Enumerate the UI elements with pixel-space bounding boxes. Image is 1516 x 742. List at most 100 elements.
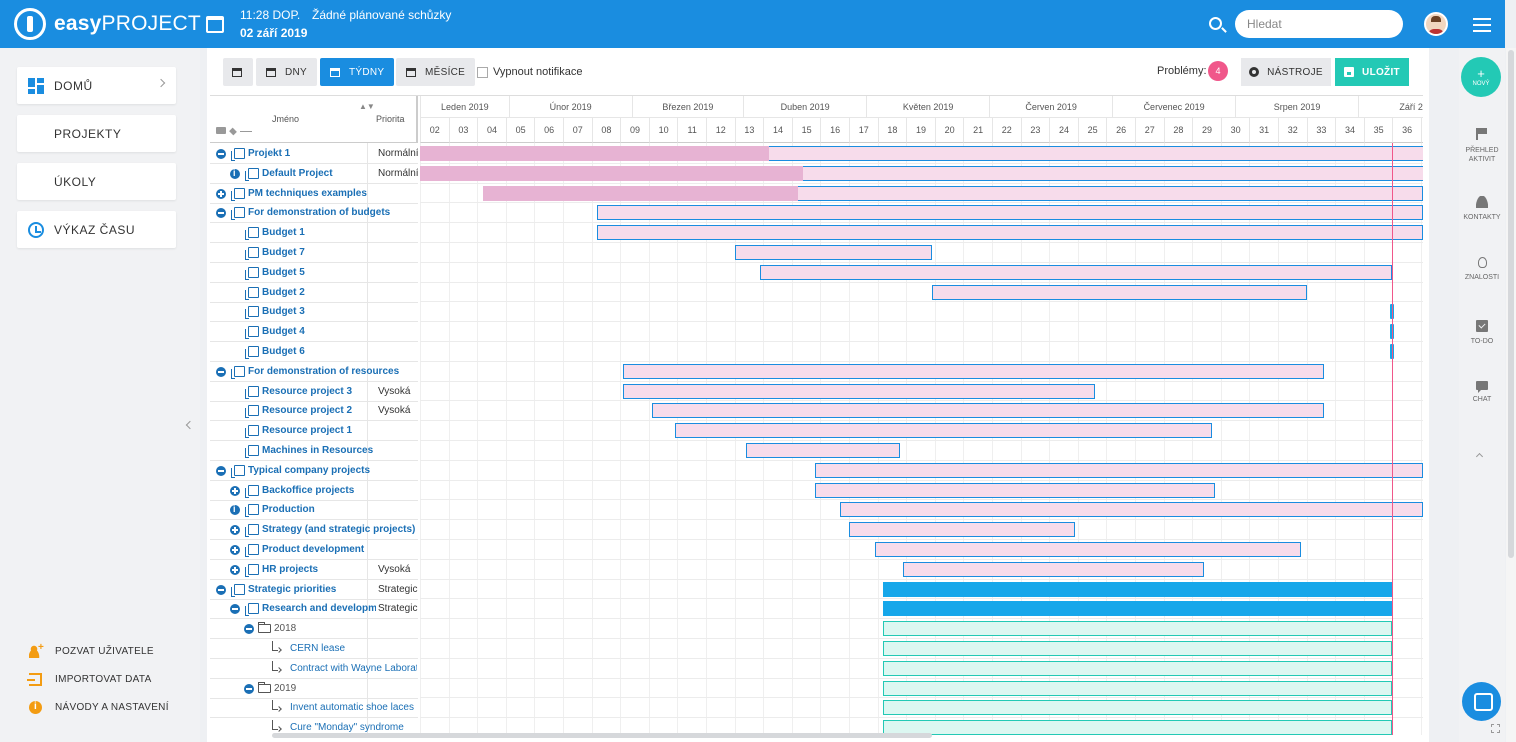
project-row[interactable]: Projekt 1 Normální xyxy=(210,144,418,164)
gantt-bar[interactable] xyxy=(883,680,1393,696)
column-header-name[interactable]: Jméno xyxy=(272,114,299,124)
row-name[interactable]: Invent automatic shoe laces xyxy=(290,702,417,713)
gantt-bar[interactable] xyxy=(420,146,769,161)
row-name[interactable]: Resource project 3 xyxy=(262,386,376,397)
row-name[interactable]: Machines in Resources xyxy=(262,445,417,456)
row-name[interactable]: Budget 4 xyxy=(262,326,417,337)
gantt-bar[interactable] xyxy=(849,522,1075,538)
project-row[interactable]: Resource project 2 Vysoká xyxy=(210,401,418,422)
vertical-scrollbar[interactable] xyxy=(1506,48,1516,742)
project-row[interactable]: Budget 5 xyxy=(210,263,418,283)
gantt-bar[interactable] xyxy=(874,542,1301,557)
row-name[interactable]: Research and development xyxy=(262,603,376,614)
row-name[interactable]: Projekt 1 xyxy=(248,148,376,159)
todo-link[interactable]: TO-DO xyxy=(1459,320,1505,345)
project-row[interactable]: Budget 4 xyxy=(210,322,418,343)
project-row[interactable]: 2019 xyxy=(210,679,418,699)
folder-icon[interactable] xyxy=(216,127,226,134)
project-row[interactable]: Budget 1 xyxy=(210,223,418,244)
gantt-bar[interactable] xyxy=(903,561,1204,577)
project-row[interactable]: For demonstration of resources xyxy=(210,362,418,382)
sort-arrows-icon[interactable]: ▲▼ xyxy=(359,102,375,111)
row-name[interactable]: Backoffice projects xyxy=(262,485,417,496)
project-row[interactable]: Budget 2 xyxy=(210,283,418,303)
expand-icon[interactable] xyxy=(230,485,240,496)
gantt-bar[interactable] xyxy=(597,225,1423,241)
problems-badge[interactable]: 4 xyxy=(1208,61,1228,81)
tools-button[interactable]: NÁSTROJE xyxy=(1241,58,1331,86)
row-name[interactable]: Default Project xyxy=(262,168,376,179)
save-button[interactable]: ULOŽIT xyxy=(1335,58,1409,86)
gantt-bar[interactable] xyxy=(803,165,1423,181)
row-name[interactable]: Production xyxy=(262,504,417,515)
gantt-bar[interactable] xyxy=(931,284,1307,300)
line-icon[interactable] xyxy=(240,131,252,132)
zoom-days-button[interactable]: DNY xyxy=(256,58,318,86)
gantt-bar[interactable] xyxy=(768,146,1423,161)
task-row[interactable]: CERN lease xyxy=(210,639,418,659)
gantt-bar[interactable] xyxy=(883,621,1393,637)
row-name[interactable]: Contract with Wayne Laboratories xyxy=(290,663,417,674)
hamburger-menu-icon[interactable] xyxy=(1473,18,1491,32)
project-row[interactable]: Resource project 1 xyxy=(210,421,418,442)
expand-icon[interactable] xyxy=(230,545,240,555)
row-name[interactable]: 2019 xyxy=(274,683,417,694)
row-name[interactable]: For demonstration of budgets xyxy=(248,207,417,218)
new-item-button[interactable]: + NOVÝ xyxy=(1461,57,1501,97)
gantt-bar[interactable] xyxy=(623,383,1095,399)
project-row[interactable]: PM techniques examples xyxy=(210,184,418,204)
gantt-bar[interactable] xyxy=(814,462,1423,478)
collapse-sidebar-icon[interactable] xyxy=(185,420,195,430)
row-name[interactable]: Budget 2 xyxy=(262,287,417,298)
project-row[interactable]: Research and developmentStrategická xyxy=(210,599,418,620)
collapse-icon[interactable] xyxy=(244,624,254,635)
gantt-bar[interactable] xyxy=(597,205,1423,221)
nav-item-tasks[interactable]: ÚKOLY xyxy=(17,163,176,200)
project-row[interactable]: Default ProjectNormální xyxy=(210,164,418,184)
project-row[interactable]: Machines in Resources xyxy=(210,441,418,461)
calendar-icon[interactable] xyxy=(206,16,224,33)
chat-link[interactable]: CHAT xyxy=(1459,381,1505,403)
diamond-icon[interactable] xyxy=(229,127,237,136)
row-name[interactable]: For demonstration of resources xyxy=(248,366,417,377)
chat-widget-button[interactable] xyxy=(1462,682,1501,721)
zoom-weeks-button[interactable]: TÝDNY xyxy=(320,58,395,86)
collapse-icon[interactable] xyxy=(216,208,226,219)
project-row[interactable]: Strategic prioritiesStrategická xyxy=(210,580,418,600)
project-row[interactable]: Strategy (and strategic projects) xyxy=(210,520,418,541)
project-row[interactable]: Backoffice projects xyxy=(210,481,418,501)
invite-users-link[interactable]: POZVAT UŽIVATELE xyxy=(29,642,154,658)
row-name[interactable]: Budget 6 xyxy=(262,346,417,357)
gantt-bar[interactable] xyxy=(883,601,1393,617)
row-name[interactable]: Typical company projects xyxy=(248,465,417,476)
collapse-icon[interactable] xyxy=(216,366,226,377)
row-name[interactable]: 2018 xyxy=(274,623,417,634)
project-row[interactable]: Resource project 3 Vysoká xyxy=(210,382,418,402)
activity-overview-link[interactable]: PŘEHLED AKTIVIT xyxy=(1459,128,1505,164)
expand-icon[interactable] xyxy=(230,564,240,575)
project-row[interactable]: Budget 7 xyxy=(210,243,418,263)
zoom-months-button[interactable]: MĚSÍCE xyxy=(396,58,476,86)
today-button[interactable] xyxy=(223,58,253,86)
notifications-checkbox[interactable] xyxy=(477,66,488,78)
gantt-bar[interactable] xyxy=(674,423,1213,439)
gantt-bar[interactable] xyxy=(623,363,1324,379)
row-name[interactable]: CERN lease xyxy=(290,643,417,654)
gantt-bar[interactable] xyxy=(883,660,1393,676)
project-row[interactable]: Budget 3 xyxy=(210,302,418,323)
guides-settings-link[interactable]: NÁVODY A NASTAVENÍ xyxy=(29,701,169,714)
project-row[interactable]: Typical company projects xyxy=(210,461,418,481)
gantt-bar[interactable] xyxy=(840,502,1423,518)
project-row[interactable]: 2018 xyxy=(210,619,418,640)
horizontal-scrollbar[interactable] xyxy=(272,733,932,738)
gantt-bar[interactable] xyxy=(420,165,804,181)
user-avatar[interactable] xyxy=(1424,12,1448,36)
fullscreen-icon[interactable] xyxy=(1491,724,1500,733)
project-row[interactable]: HR projects Vysoká xyxy=(210,560,418,580)
column-header-priority[interactable]: Priorita xyxy=(376,114,405,124)
collapse-icon[interactable] xyxy=(216,465,226,476)
row-name[interactable]: Budget 7 xyxy=(262,247,417,258)
collapse-icon[interactable] xyxy=(230,604,240,615)
row-name[interactable]: Budget 3 xyxy=(262,306,417,317)
project-row[interactable]: Product development xyxy=(210,540,418,560)
